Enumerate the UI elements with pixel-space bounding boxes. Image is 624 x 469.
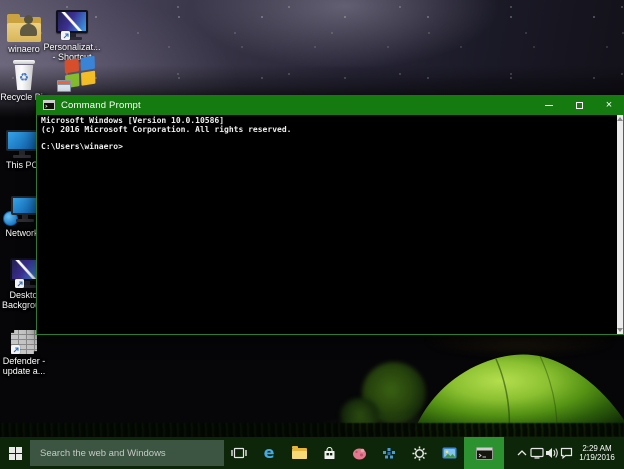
- taskbar-clock[interactable]: 2:29 AM 1/19/2016: [574, 444, 624, 463]
- scroll-down-icon[interactable]: [617, 328, 623, 332]
- store-bag-icon: [324, 446, 334, 459]
- shortcut-arrow-icon: [11, 345, 20, 354]
- console-scrollbar[interactable]: [617, 115, 623, 334]
- system-tray: 2:29 AM 1/19/2016: [514, 437, 624, 469]
- pink-app-icon: [352, 448, 366, 459]
- maximize-icon: [575, 101, 583, 109]
- picture-display-icon: [442, 447, 456, 459]
- display-photos-button[interactable]: [434, 437, 464, 469]
- network-icon: [529, 447, 544, 459]
- minimize-icon: [545, 104, 553, 106]
- file-explorer-button[interactable]: [284, 437, 314, 469]
- action-center-icon: [560, 447, 573, 459]
- clock-time: 2:29 AM: [582, 443, 612, 453]
- windows-flag-icon: [47, 55, 105, 92]
- command-prompt-icon: [475, 446, 493, 460]
- maximize-button[interactable]: [564, 95, 594, 115]
- close-icon: ×: [605, 98, 613, 111]
- desktop-icon-windows-app[interactable]: [47, 55, 105, 92]
- settings-button[interactable]: [404, 437, 434, 469]
- clock-date: 1/19/2016: [579, 453, 615, 462]
- recycle-symbol-icon: ♻: [19, 71, 29, 84]
- grass-silhouette: [0, 423, 624, 437]
- command-prompt-window: Command Prompt × Microsoft Windows [Vers…: [36, 95, 624, 335]
- taskbar-search-box[interactable]: [30, 440, 224, 466]
- console-prompt-line: C:\Users\winaero>: [41, 141, 123, 151]
- taskbar: e: [0, 437, 624, 469]
- desktop-icon-label: Defender -: [2, 356, 46, 366]
- minimize-button[interactable]: [534, 95, 564, 115]
- scroll-up-icon[interactable]: [617, 117, 623, 121]
- window-title: Command Prompt: [61, 99, 141, 111]
- volume-tray-button[interactable]: [544, 437, 559, 469]
- console-area[interactable]: Microsoft Windows [Version 10.0.10586] (c…: [36, 115, 624, 335]
- edge-button[interactable]: e: [254, 437, 284, 469]
- windows-desktop-screen: winaero Personalizat... - Shortcut ♻ Rec…: [0, 0, 624, 469]
- command-prompt-icon: [43, 100, 55, 110]
- start-button[interactable]: [0, 437, 30, 469]
- close-button[interactable]: ×: [594, 95, 624, 115]
- desktop-icon-personalization[interactable]: Personalizat... - Shortcut: [43, 6, 101, 62]
- recycle-bin-icon: ♻: [0, 56, 53, 90]
- windows-start-icon: [8, 446, 22, 460]
- action-center-button[interactable]: [559, 437, 574, 469]
- chevron-up-icon: [517, 450, 526, 456]
- task-view-button[interactable]: [224, 437, 254, 469]
- command-prompt-taskbar-button[interactable]: [464, 437, 504, 469]
- search-input[interactable]: [30, 440, 224, 466]
- shortcut-arrow-icon: [15, 279, 24, 288]
- desktop-icon-label: Personalizat...: [43, 42, 101, 52]
- winaero-app-button[interactable]: [344, 437, 374, 469]
- console-line: (c) 2016 Microsoft Corporation. All righ…: [41, 124, 292, 134]
- store-button[interactable]: [314, 437, 344, 469]
- personalization-monitor-icon: [43, 6, 101, 40]
- pixel-app-button[interactable]: [374, 437, 404, 469]
- window-titlebar[interactable]: Command Prompt ×: [36, 95, 624, 115]
- edge-icon: e: [263, 443, 275, 462]
- shortcut-arrow-icon: [61, 31, 70, 40]
- show-hidden-icons-button[interactable]: [514, 437, 529, 469]
- network-tray-button[interactable]: [529, 437, 544, 469]
- blue-pixel-icon: [383, 447, 395, 458]
- volume-icon: [545, 448, 558, 458]
- console-output: Microsoft Windows [Version 10.0.10586] (c…: [37, 115, 623, 151]
- task-view-icon: [231, 447, 247, 459]
- folder-icon: [291, 445, 307, 459]
- gear-icon: [411, 445, 427, 461]
